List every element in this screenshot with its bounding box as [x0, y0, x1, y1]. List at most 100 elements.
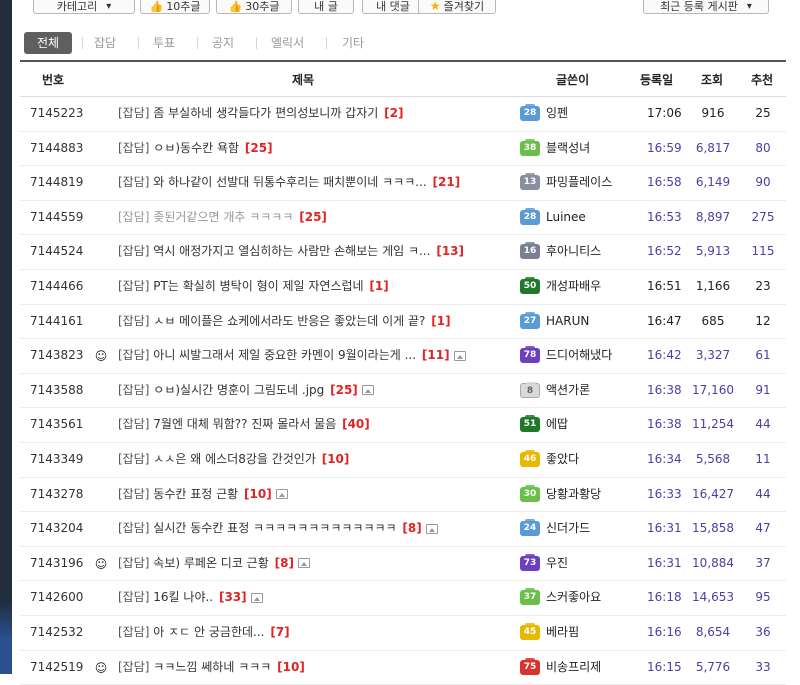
table-row[interactable]: 7143823 ☺ [잡담] 아니 씨발그래서 제일 중요한 카멘이 9월이라는… — [20, 339, 786, 374]
writer-link[interactable]: Luinee — [546, 201, 586, 234]
favorites-label: 즐겨찾기 — [444, 0, 484, 14]
recommend-count: 33 — [748, 651, 778, 684]
writer-link[interactable]: 잉펜 — [546, 97, 568, 130]
post-title-link[interactable]: [잡담] 역시 애정가지고 열심히하는 사람만 손해보는 게임 ㅋ... [13… — [118, 235, 518, 268]
image-attachment-icon — [426, 524, 438, 534]
table-row[interactable]: 7142532 [잡담] 아 ㅈㄷ 안 궁금한데... [7] 45 베라핌 1… — [20, 616, 786, 651]
writer-link[interactable]: 액션가론 — [546, 374, 590, 407]
view-count: 1,166 — [688, 270, 738, 303]
comment-count: [10] — [244, 487, 272, 501]
writer-link[interactable]: 개성파배우 — [546, 270, 601, 303]
post-title-link[interactable]: [잡담] 좆된거같으면 개추 ㅋㅋㅋㅋ [25] — [118, 201, 518, 234]
tab-etc[interactable]: 기타 — [342, 32, 364, 54]
table-row[interactable]: 7143561 [잡담] 7월엔 대체 뭐함?? 진짜 몰라서 물음 [40] … — [20, 408, 786, 443]
post-title: PT는 확실히 병탁이 형이 제일 자연스럽네 — [153, 279, 363, 293]
writer-link[interactable]: 에땁 — [546, 408, 568, 441]
writer-link[interactable]: 드디어해냈다 — [546, 339, 612, 372]
post-title-link[interactable]: [잡담] 와 하나같이 선발대 뒤통수후리는 패치뿐이네 ㅋㅋㅋ... [21] — [118, 166, 518, 199]
table-row[interactable]: 7144466 [잡담] PT는 확실히 병탁이 형이 제일 자연스럽네 [1]… — [20, 270, 786, 305]
category-select[interactable]: 카테고리 ▾ — [33, 0, 135, 14]
post-title-link[interactable]: [잡담] 속보) 루페온 디코 근황 [8] — [118, 547, 518, 580]
post-title-link[interactable]: [잡담] ㅅㅅ은 왜 에스더8강을 간것인가 [10] — [118, 443, 518, 476]
image-attachment-icon — [454, 351, 466, 361]
tab-notice[interactable]: 공지 — [212, 32, 234, 54]
header-date: 등록일 — [640, 71, 673, 88]
post-title-link[interactable]: [잡담] 동수칸 표정 근황 [10] — [118, 478, 518, 511]
level-badge-value: 13 — [520, 175, 540, 190]
post-title-link[interactable]: [잡담] 실시간 동수칸 표정 ㅋㅋㅋㅋㅋㅋㅋㅋㅋㅋㅋㅋㅋ [8] — [118, 512, 518, 545]
writer-link[interactable]: 우진 — [546, 547, 568, 580]
tab-chat[interactable]: 잡담 — [94, 32, 116, 54]
tab-elixir[interactable]: 엘릭서 — [271, 32, 304, 54]
recommend10-button[interactable]: 👍 10추글 — [140, 0, 210, 14]
recommend-count: 95 — [748, 581, 778, 614]
post-title-link[interactable]: [잡담] 7월엔 대체 뭐함?? 진짜 몰라서 물음 [40] — [118, 408, 518, 441]
sort-select-label: 최근 등록 게시판 — [660, 0, 738, 14]
tab-vote[interactable]: 투표 — [153, 32, 175, 54]
view-count: 685 — [688, 305, 738, 338]
image-attachment-icon — [298, 558, 310, 568]
my-posts-button[interactable]: 내 글 — [298, 0, 354, 14]
table-row[interactable]: 7143204 [잡담] 실시간 동수칸 표정 ㅋㅋㅋㅋㅋㅋㅋㅋㅋㅋㅋㅋㅋ [8… — [20, 512, 786, 547]
post-title-link[interactable]: [잡담] PT는 확실히 병탁이 형이 제일 자연스럽네 [1] — [118, 270, 518, 303]
comment-count: [1] — [431, 314, 450, 328]
writer-link[interactable]: 파밍플레이스 — [546, 166, 612, 199]
writer-link[interactable]: 신더가드 — [546, 512, 590, 545]
post-title-link[interactable]: [잡담] 아 ㅈㄷ 안 궁금한데... [7] — [118, 616, 518, 649]
writer-link[interactable]: 당황과황당 — [546, 478, 601, 511]
table-row[interactable]: 7144883 [잡담] ㅇㅂ)동수칸 욕함 [25] 38 블랙성녀 16:5… — [20, 132, 786, 167]
table-row[interactable]: 7144161 [잡담] ㅅㅂ 메이플은 쇼케에서라도 반응은 좋았는데 이게 … — [20, 305, 786, 340]
writer-link[interactable]: 베라핌 — [546, 616, 579, 649]
comment-count: [25] — [330, 383, 358, 397]
category-select-label: 카테고리 — [57, 0, 97, 14]
header-recommend: 추천 — [751, 71, 773, 88]
level-badge-value: 38 — [520, 141, 540, 156]
post-category: [잡담] — [118, 141, 149, 155]
recommend30-button[interactable]: 👍 30추글 — [216, 0, 292, 14]
table-row[interactable]: 7144559 [잡담] 좆된거같으면 개추 ㅋㅋㅋㅋ [25] 28 Luin… — [20, 201, 786, 236]
table-row[interactable]: 7144524 [잡담] 역시 애정가지고 열심히하는 사람만 손해보는 게임 … — [20, 235, 786, 270]
level-badge-value: 75 — [520, 660, 540, 675]
table-row[interactable]: 7143588 [잡담] ㅇㅂ)실시간 명훈이 그림도네 .jpg [25] 8… — [20, 374, 786, 409]
recommend-count: 44 — [748, 408, 778, 441]
post-title: 역시 애정가지고 열심히하는 사람만 손해보는 게임 ㅋ... — [153, 244, 430, 258]
comment-count: [8] — [275, 556, 294, 570]
level-badge: 24 — [520, 521, 540, 536]
writer-link[interactable]: HARUN — [546, 305, 589, 338]
post-number: 7143823 — [30, 339, 83, 372]
table-row[interactable]: 7144819 [잡담] 와 하나같이 선발대 뒤통수후리는 패치뿐이네 ㅋㅋㅋ… — [20, 166, 786, 201]
writer-link[interactable]: 좋았다 — [546, 443, 579, 476]
writer-link[interactable]: 스커좋아요 — [546, 581, 601, 614]
post-title-link[interactable]: [잡담] 16킬 나야.. [33] — [118, 581, 518, 614]
post-title-link[interactable]: [잡담] 좀 부실하네 생각들다가 편의성보니까 갑자기 [2] — [118, 97, 518, 130]
post-time: 16:31 — [647, 547, 682, 580]
table-row[interactable]: 7145223 [잡담] 좀 부실하네 생각들다가 편의성보니까 갑자기 [2]… — [20, 97, 786, 132]
writer-link[interactable]: 후아니티스 — [546, 235, 601, 268]
post-category: [잡담] — [118, 660, 149, 674]
sort-select[interactable]: 최근 등록 게시판 ▾ — [643, 0, 769, 14]
table-row[interactable]: 7143349 [잡담] ㅅㅅ은 왜 에스더8강을 간것인가 [10] 46 좋… — [20, 443, 786, 478]
table-row[interactable]: 7143196 ☺ [잡담] 속보) 루페온 디코 근황 [8] 73 우진 1… — [20, 547, 786, 582]
post-title-link[interactable]: [잡담] ㅅㅂ 메이플은 쇼케에서라도 반응은 좋았는데 이게 끝? [1] — [118, 305, 518, 338]
post-time: 16:52 — [647, 235, 682, 268]
post-time: 16:15 — [647, 651, 682, 684]
recommend-count: 36 — [748, 616, 778, 649]
header-writer: 글쓴이 — [556, 71, 589, 88]
favorites-button[interactable]: ★ 즐겨찾기 — [418, 0, 496, 14]
recommend-count: 61 — [748, 339, 778, 372]
tab-all[interactable]: 전체 — [24, 32, 72, 54]
level-badge-value: 28 — [520, 106, 540, 121]
table-row[interactable]: 7142600 [잡담] 16킬 나야.. [33] 37 스커좋아요 16:1… — [20, 581, 786, 616]
writer-link[interactable]: 블랙성녀 — [546, 132, 590, 165]
writer-link[interactable]: 비송프리제 — [546, 651, 601, 684]
post-title: ㅋㅋ느낌 쎄하네 ㅋㅋㅋ — [153, 660, 271, 674]
post-number: 7144524 — [30, 235, 83, 268]
post-title-link[interactable]: [잡담] ㅇㅂ)실시간 명훈이 그림도네 .jpg [25] — [118, 374, 518, 407]
table-row[interactable]: 7143278 [잡담] 동수칸 표정 근황 [10] 30 당황과황당 16:… — [20, 478, 786, 513]
post-number: 7142519 — [30, 651, 83, 684]
post-title-link[interactable]: [잡담] 아니 씨발그래서 제일 중요한 카멘이 9월이라는게 ... [11] — [118, 339, 518, 372]
table-row[interactable]: 7142519 ☺ [잡담] ㅋㅋ느낌 쎄하네 ㅋㅋㅋ [10] 75 비송프리… — [20, 651, 786, 685]
my-comments-button[interactable]: 내 댓글 — [362, 0, 424, 14]
post-title-link[interactable]: [잡담] ㅇㅂ)동수칸 욕함 [25] — [118, 132, 518, 165]
post-title-link[interactable]: [잡담] ㅋㅋ느낌 쎄하네 ㅋㅋㅋ [10] — [118, 651, 518, 684]
